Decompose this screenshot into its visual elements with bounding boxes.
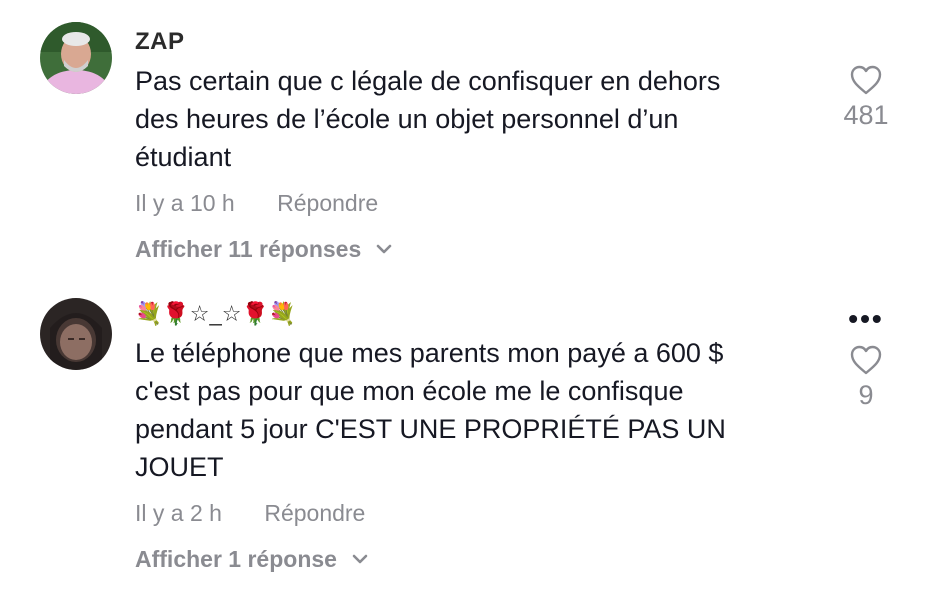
- comment-meta: Il y a 10 h Répondre: [135, 188, 815, 218]
- comment-text-line: JOUET: [135, 452, 224, 482]
- username[interactable]: 💐🌹☆_☆🌹💐: [135, 300, 815, 328]
- comment-text-line: Le téléphone que mes parents mon payé a …: [135, 338, 724, 368]
- comment-text: Pas certain que c légale de confisquer e…: [135, 62, 815, 176]
- comment-body: 💐🌹☆_☆🌹💐 Le téléphone que mes parents mon…: [135, 300, 815, 574]
- timestamp: Il y a 10 h: [135, 190, 235, 216]
- avatar[interactable]: [40, 22, 112, 94]
- username[interactable]: ZAP: [135, 28, 815, 56]
- timestamp: Il y a 2 h: [135, 500, 222, 526]
- comment-item: ZAP Pas certain que c légale de confisqu…: [0, 0, 926, 290]
- chevron-down-icon: [352, 554, 368, 564]
- comment-text-line: Pas certain que c légale de confisquer e…: [135, 66, 721, 96]
- comment-text-line: étudiant: [135, 142, 232, 172]
- reply-button[interactable]: Répondre: [264, 498, 365, 528]
- comment-text-line: pendant 5 jour C'EST UNE PROPRIÉTÉ PAS U…: [135, 414, 726, 444]
- like-column: 481: [826, 64, 906, 132]
- chevron-down-icon: [376, 244, 392, 254]
- comment-text-line: des heures de l’école un objet personnel…: [135, 104, 679, 134]
- heart-outline-icon[interactable]: [849, 64, 883, 96]
- avatar[interactable]: [40, 298, 112, 370]
- comment-item: 💐🌹☆_☆🌹💐 Le téléphone que mes parents mon…: [0, 290, 926, 600]
- like-column: ••• 9: [826, 305, 906, 412]
- view-replies-label: Afficher 11 réponses: [135, 236, 362, 262]
- view-replies-label: Afficher 1 réponse: [135, 546, 337, 572]
- more-dots-icon[interactable]: •••: [826, 305, 906, 336]
- view-replies-button[interactable]: Afficher 1 réponse: [135, 544, 815, 574]
- comment-meta: Il y a 2 h Répondre: [135, 498, 815, 528]
- heart-outline-icon[interactable]: [849, 344, 883, 376]
- comment-body: ZAP Pas certain que c légale de confisqu…: [135, 28, 815, 264]
- reply-button[interactable]: Répondre: [277, 188, 378, 218]
- view-replies-button[interactable]: Afficher 11 réponses: [135, 234, 815, 264]
- like-count: 481: [843, 100, 889, 130]
- like-count: 9: [858, 380, 874, 410]
- comment-text: Le téléphone que mes parents mon payé a …: [135, 334, 815, 486]
- comment-text-line: c'est pas pour que mon école me le confi…: [135, 376, 684, 406]
